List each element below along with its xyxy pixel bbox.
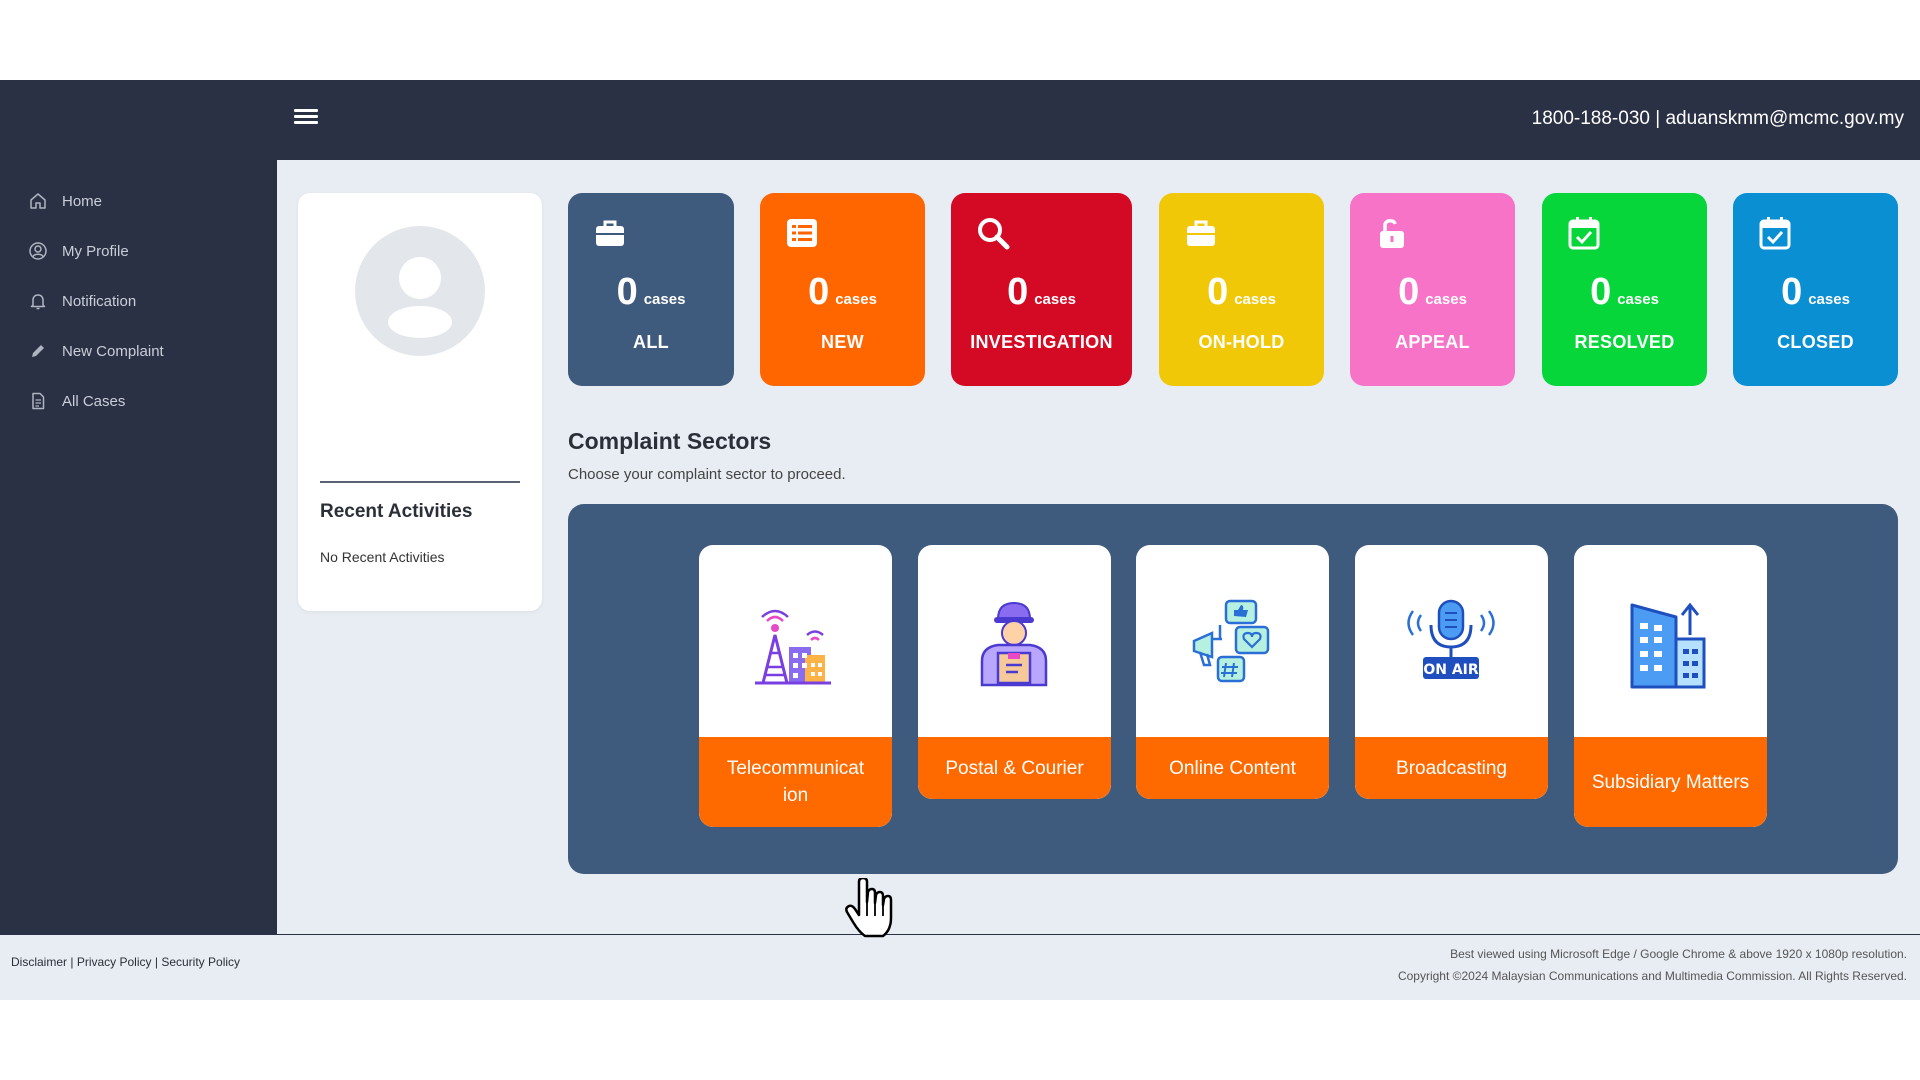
- sidebar-item-new-complaint[interactable]: New Complaint: [0, 326, 277, 376]
- briefcase-icon: [596, 220, 624, 246]
- sidebar-item-label: Notification: [62, 292, 137, 310]
- sidebar-item-label: New Complaint: [62, 342, 164, 360]
- sector-label: Subsidiary Matters: [1574, 737, 1767, 827]
- stat-card-resolved[interactable]: 0 cases RESOLVED: [1542, 193, 1707, 386]
- stat-card-closed[interactable]: 0 cases CLOSED: [1733, 193, 1898, 386]
- stat-label: NEW: [821, 332, 864, 352]
- document-icon: [32, 392, 45, 410]
- sidebar-item-my-profile[interactable]: My Profile: [0, 226, 277, 276]
- stat-card-appeal[interactable]: 0 cases APPEAL: [1350, 193, 1515, 386]
- contact-info: 1800-188-030 | aduanskmm@mcmc.gov.my: [1531, 108, 1904, 129]
- stat-label: INVESTIGATION: [970, 332, 1113, 352]
- sector-label: Online Content: [1136, 737, 1329, 799]
- stat-count: 0: [1207, 271, 1229, 313]
- stat-unit: cases: [1034, 291, 1076, 308]
- stat-count: 0: [1590, 271, 1612, 313]
- stat-label: CLOSED: [1777, 332, 1854, 352]
- sidebar-item-home[interactable]: Home: [0, 176, 277, 226]
- sector-card-subsidiary-matters[interactable]: Subsidiary Matters: [1574, 545, 1767, 827]
- footer-separator: |: [154, 955, 158, 969]
- buildings-icon: [1630, 602, 1706, 689]
- search-icon: [978, 218, 1010, 250]
- sidebar: Home My Profile Notification New Complai…: [0, 160, 277, 934]
- privacy-policy-link[interactable]: Privacy Policy: [77, 955, 152, 969]
- telecom-tower-icon: [755, 609, 831, 685]
- sector-card-telecommunication[interactable]: Telecommunicat ion: [699, 545, 892, 827]
- online-content-icon: [1192, 599, 1270, 683]
- stat-card-new[interactable]: 0 cases NEW: [760, 193, 925, 386]
- courier-icon: [980, 601, 1048, 687]
- stat-label: ON-HOLD: [1198, 332, 1285, 352]
- stat-card-investigation[interactable]: 0 cases INVESTIGATION: [951, 193, 1132, 386]
- avatar: [355, 226, 485, 356]
- stat-label: ALL: [633, 332, 669, 352]
- stat-count: 0: [616, 271, 638, 313]
- home-icon: [30, 193, 46, 209]
- user-placeholder-icon: [388, 257, 452, 338]
- footer: Disclaimer | Privacy Policy | Security P…: [0, 934, 1920, 1000]
- stat-count: 0: [1781, 271, 1803, 313]
- stat-count: 0: [1007, 271, 1029, 313]
- bell-icon: [30, 294, 46, 310]
- calendar-check-icon: [1568, 217, 1600, 250]
- sector-card-online-content[interactable]: Online Content: [1136, 545, 1329, 799]
- stat-unit: cases: [835, 291, 877, 308]
- stat-label: RESOLVED: [1574, 332, 1675, 352]
- pencil-icon: [32, 345, 44, 357]
- stat-count: 0: [1398, 271, 1420, 313]
- hamburger-menu-icon[interactable]: [294, 106, 318, 130]
- recent-activities-title: Recent Activities: [320, 501, 473, 522]
- complaint-sectors-subtitle: Choose your complaint sector to proceed.: [568, 466, 846, 483]
- copyright-note: Copyright ©2024 Malaysian Communications…: [1397, 969, 1907, 983]
- on-air-label: ON AIR: [1423, 662, 1479, 678]
- sector-label: Telecommunicat ion: [699, 737, 892, 827]
- sidebar-item-all-cases[interactable]: All Cases: [0, 376, 277, 426]
- top-bar: 1800-188-030 | aduanskmm@mcmc.gov.my: [0, 80, 1920, 160]
- footer-notice: Best viewed using Microsoft Edge / Googl…: [1398, 943, 1907, 987]
- user-circle-icon: [29, 242, 47, 260]
- sidebar-item-notification[interactable]: Notification: [0, 276, 277, 326]
- stat-unit: cases: [1808, 291, 1850, 308]
- security-policy-link[interactable]: Security Policy: [161, 955, 240, 969]
- on-air-microphone-icon: ON AIR: [1407, 599, 1495, 679]
- stat-count: 0: [808, 271, 830, 313]
- sidebar-item-label: Home: [62, 192, 103, 210]
- recent-activities-empty: No Recent Activities: [320, 549, 445, 565]
- stat-unit: cases: [1234, 291, 1276, 308]
- stat-card-on-hold[interactable]: 0 cases ON-HOLD: [1159, 193, 1324, 386]
- briefcase-icon: [1187, 220, 1215, 246]
- stat-unit: cases: [1425, 291, 1467, 308]
- sector-card-postal-courier[interactable]: Postal & Courier: [918, 545, 1111, 799]
- complaint-sectors-title: Complaint Sectors: [568, 428, 772, 454]
- app-window: 1800-188-030 | aduanskmm@mcmc.gov.my Hom…: [0, 80, 1920, 1000]
- sector-card-broadcasting[interactable]: ON AIR Broadcasting: [1355, 545, 1548, 799]
- footer-links: Disclaimer | Privacy Policy | Security P…: [11, 955, 240, 969]
- profile-card: Recent Activities No Recent Activities: [298, 193, 542, 611]
- list-icon: [787, 219, 817, 247]
- stat-unit: cases: [643, 291, 686, 308]
- stat-label: APPEAL: [1395, 332, 1470, 352]
- stat-unit: cases: [1617, 291, 1659, 308]
- divider: [320, 481, 520, 483]
- unlock-icon: [1380, 219, 1404, 248]
- footer-separator: |: [70, 955, 74, 969]
- stat-card-all[interactable]: 0 cases ALL: [568, 193, 734, 386]
- best-viewed-note: Best viewed using Microsoft Edge / Googl…: [1450, 947, 1907, 961]
- disclaimer-link[interactable]: Disclaimer: [11, 955, 67, 969]
- hand-pointer-cursor-icon: [845, 878, 893, 938]
- calendar-check-icon: [1759, 217, 1791, 250]
- sector-label: Postal & Courier: [918, 737, 1111, 799]
- sector-label: Broadcasting: [1355, 737, 1548, 799]
- sidebar-item-label: All Cases: [62, 392, 126, 410]
- sidebar-item-label: My Profile: [62, 242, 129, 260]
- sectors-panel: Telecommunicat ion Postal & Courier Onli…: [568, 504, 1898, 874]
